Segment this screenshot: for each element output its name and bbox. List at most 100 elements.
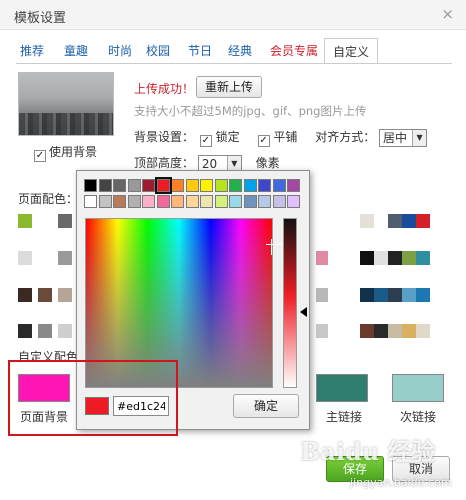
dialog-title: 模板设置 [14, 11, 67, 26]
preset-color-swatch[interactable] [185, 179, 199, 192]
preset-color-swatch[interactable] [154, 177, 172, 194]
upload-hint: 支持大小不超过5M的jpg、gif、png图片上传 [134, 104, 367, 118]
palette-swatch[interactable] [416, 214, 430, 228]
preset-color-swatch[interactable] [229, 179, 242, 192]
tab-recommend[interactable]: 推荐 [20, 38, 44, 64]
preset-color-swatch[interactable] [127, 179, 141, 192]
tile-label: 平铺 [273, 130, 298, 144]
palette-swatch[interactable] [416, 288, 430, 302]
palette-swatch[interactable] [416, 324, 430, 338]
palette-swatch[interactable] [18, 288, 32, 302]
preset-color-swatch[interactable] [84, 179, 97, 192]
dialog-titlebar: 模板设置 × [0, 0, 466, 30]
palette-swatch[interactable] [18, 324, 32, 338]
palette-swatch[interactable] [58, 288, 72, 302]
palette-swatch[interactable] [58, 251, 72, 265]
palette-swatch[interactable] [402, 288, 416, 302]
preset-color-swatch[interactable] [258, 195, 271, 208]
background-settings-row: 背景设置： ✓ 锁定 ✓ 平铺 对齐方式： 居中 ▼ [134, 128, 428, 147]
preset-color-swatch[interactable] [243, 195, 257, 208]
palette-swatch[interactable] [58, 324, 72, 338]
background-thumbnail[interactable] [18, 72, 114, 136]
background-settings-label: 背景设置： [134, 130, 195, 144]
palette-swatch[interactable] [402, 214, 416, 228]
custom-secondary-link-swatch[interactable] [392, 374, 444, 402]
preset-color-swatch[interactable] [200, 179, 213, 192]
tab-holiday[interactable]: 节日 [188, 38, 212, 64]
preset-color-swatch[interactable] [98, 195, 112, 208]
preset-color-swatch[interactable] [185, 195, 199, 208]
align-label: 对齐方式： [315, 130, 376, 144]
palette-swatch[interactable] [360, 288, 374, 302]
preset-color-swatch[interactable] [156, 195, 170, 208]
tab-fashion[interactable]: 时尚 [108, 38, 132, 64]
palette-swatch[interactable] [38, 288, 52, 302]
close-icon[interactable]: × [441, 5, 454, 23]
palette-swatch[interactable] [38, 251, 52, 265]
palette-swatch[interactable] [388, 214, 402, 228]
palette-swatch[interactable] [316, 288, 328, 302]
preset-color-swatch[interactable] [113, 179, 126, 192]
preset-color-swatch[interactable] [142, 195, 155, 208]
palette-swatch[interactable] [402, 324, 416, 338]
custom-secondary-link-label: 次链接 [400, 410, 437, 424]
palette-swatch[interactable] [316, 214, 328, 228]
palette-swatch[interactable] [374, 288, 388, 302]
palette-swatch[interactable] [388, 251, 402, 265]
preset-color-swatch[interactable] [142, 179, 155, 192]
tab-kids[interactable]: 童趣 [64, 38, 88, 64]
palette-swatch[interactable] [388, 324, 402, 338]
preset-color-swatch[interactable] [127, 195, 141, 208]
custom-main-link-label: 主链接 [326, 410, 363, 424]
slider-marker-icon[interactable] [300, 307, 307, 317]
preset-color-swatch[interactable] [287, 179, 300, 192]
palette-swatch[interactable] [38, 214, 52, 228]
preset-color-swatch[interactable] [258, 179, 271, 192]
palette-swatch[interactable] [18, 251, 32, 265]
top-height-label: 顶部高度： [134, 156, 195, 170]
palette-swatch[interactable] [316, 251, 328, 265]
preset-color-swatch[interactable] [98, 179, 112, 192]
preset-color-swatch[interactable] [113, 195, 126, 208]
use-background-checkbox[interactable]: ✓ [34, 150, 46, 162]
preset-color-swatch[interactable] [243, 179, 257, 192]
baidu-watermark-url: jingyan.baidu.com [350, 476, 452, 489]
tab-custom[interactable]: 自定义 [324, 38, 379, 64]
reupload-button[interactable]: 重新上传 [196, 76, 262, 98]
custom-main-link-swatch[interactable] [316, 374, 368, 402]
tab-classic[interactable]: 经典 [228, 38, 252, 64]
palette-swatch[interactable] [38, 324, 52, 338]
use-background-option[interactable]: ✓ 使用背景 [34, 143, 97, 162]
tile-checkbox[interactable]: ✓ [257, 135, 270, 147]
align-select[interactable]: 居中 ▼ [379, 128, 428, 147]
palette-swatch[interactable] [388, 288, 402, 302]
lock-checkbox[interactable]: ✓ [199, 135, 212, 147]
palette-swatch[interactable] [360, 324, 374, 338]
palette-swatch[interactable] [58, 214, 72, 228]
top-height-value: 20 [201, 156, 218, 171]
palette-swatch[interactable] [360, 251, 374, 265]
confirm-button[interactable]: 确定 [233, 394, 299, 418]
page-colors-label: 页面配色： [18, 192, 79, 206]
preset-color-swatch[interactable] [272, 179, 286, 192]
preset-color-swatch[interactable] [287, 195, 300, 208]
palette-swatch[interactable] [374, 214, 388, 228]
preset-color-swatch[interactable] [200, 195, 213, 208]
palette-swatch[interactable] [374, 324, 388, 338]
palette-swatch[interactable] [316, 324, 328, 338]
palette-swatch[interactable] [18, 214, 32, 228]
preset-color-swatch[interactable] [214, 195, 228, 208]
palette-swatch[interactable] [402, 251, 416, 265]
tab-campus[interactable]: 校园 [146, 38, 170, 64]
preset-color-swatch[interactable] [214, 179, 228, 192]
tab-member[interactable]: 会员专属 [270, 38, 318, 64]
preset-color-swatch[interactable] [229, 195, 242, 208]
preset-color-swatch[interactable] [84, 195, 97, 208]
preset-color-swatch[interactable] [272, 195, 286, 208]
preset-color-swatch[interactable] [171, 179, 184, 192]
luminance-slider[interactable] [283, 218, 297, 388]
preset-color-swatch[interactable] [171, 195, 184, 208]
palette-swatch[interactable] [416, 251, 430, 265]
palette-swatch[interactable] [374, 251, 388, 265]
palette-swatch[interactable] [360, 214, 374, 228]
